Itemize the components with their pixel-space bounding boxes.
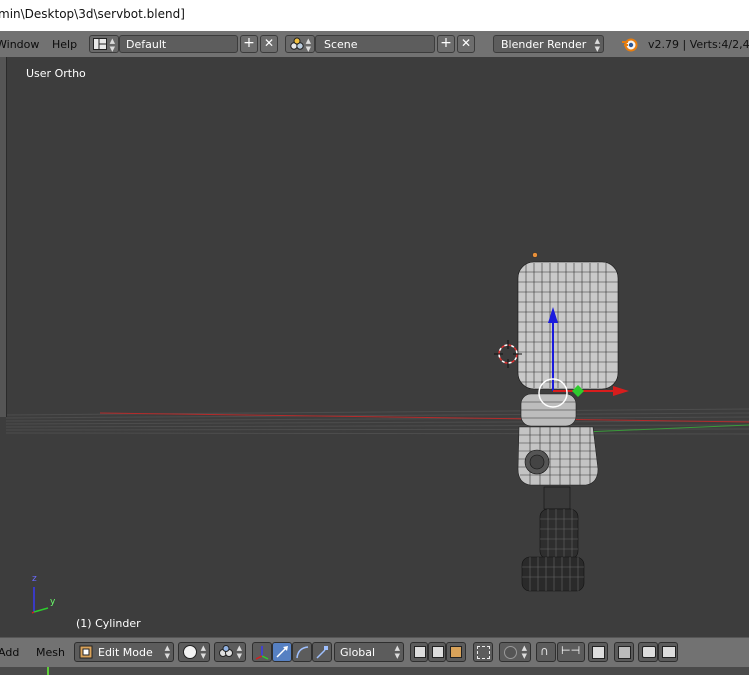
- spinner-arrows-icon: ▲ ▼: [305, 37, 311, 53]
- scene-icon-button[interactable]: ▲ ▼: [285, 35, 315, 53]
- spinner-arrows-icon: ▲ ▼: [200, 644, 206, 660]
- layers-icon: [618, 646, 631, 659]
- edge-select-button[interactable]: [428, 642, 446, 662]
- occlude-icon: [477, 646, 490, 659]
- translate-manipulator-button[interactable]: [272, 642, 292, 662]
- render-opengl-button[interactable]: [638, 642, 658, 662]
- limit-selection-button[interactable]: [473, 642, 493, 662]
- 3d-viewport[interactable]: User Ortho z y (1) Cylinder: [0, 57, 749, 637]
- transform-orientation-dropdown[interactable]: Global ▲ ▼: [334, 642, 404, 662]
- menu-help[interactable]: Help: [52, 38, 77, 51]
- snap-target-icon: [592, 646, 605, 659]
- snap-element-icon: ⊢⊣: [561, 644, 581, 657]
- delete-scene-button[interactable]: ✕: [457, 35, 475, 53]
- window-titlebar: min\Desktop\3d\servbot.blend]: [0, 0, 749, 31]
- add-screen-button[interactable]: +: [240, 35, 258, 53]
- proportional-icon: [504, 646, 517, 659]
- close-icon: ✕: [460, 36, 472, 50]
- vertex-select-icon: [414, 646, 426, 658]
- toolshelf-edge[interactable]: [0, 57, 7, 417]
- spinner-arrows-icon: ▲ ▼: [521, 644, 527, 660]
- mesh-leg: [521, 486, 585, 592]
- face-select-icon: [450, 646, 462, 658]
- layout-icon: [93, 38, 107, 50]
- timeline-strip[interactable]: [0, 667, 749, 675]
- current-frame-marker: [47, 667, 49, 675]
- 3d-view-header: Add Mesh Edit Mode ▲ ▼ ▲ ▼ ▲ ▼ Global ▲ …: [0, 637, 749, 668]
- axis-label-z: z: [32, 574, 37, 584]
- vertex-select-button[interactable]: [410, 642, 428, 662]
- rotate-icon: [296, 646, 309, 659]
- pivot-icon: [219, 645, 233, 657]
- solid-shading-icon: [183, 645, 197, 659]
- snap-target-button[interactable]: [588, 642, 608, 662]
- magnet-icon: ∩: [540, 644, 549, 658]
- scale-manipulator-button[interactable]: [312, 642, 332, 662]
- proportional-editing-dropdown[interactable]: ▲ ▼: [499, 642, 531, 662]
- viewport-shading-dropdown[interactable]: ▲ ▼: [178, 642, 210, 662]
- face-select-button[interactable]: [446, 642, 466, 662]
- spinner-arrows-icon: ▲ ▼: [236, 644, 242, 660]
- scene-field[interactable]: Scene: [315, 35, 435, 53]
- object-label: (1) Cylinder: [76, 617, 141, 630]
- plus-icon: +: [243, 35, 255, 51]
- menu-mesh[interactable]: Mesh: [36, 646, 65, 659]
- object-origin: [532, 252, 538, 258]
- add-scene-button[interactable]: +: [437, 35, 455, 53]
- mode-dropdown[interactable]: Edit Mode ▲ ▼: [74, 642, 174, 662]
- edit-mode-icon: [79, 645, 93, 659]
- delete-screen-button[interactable]: ✕: [260, 35, 278, 53]
- manipulator-icon: [255, 646, 269, 660]
- spinner-arrows-icon: ▲ ▼: [164, 644, 170, 660]
- screen-layout-icon-button[interactable]: ▲ ▼: [89, 35, 119, 53]
- snap-element-dropdown[interactable]: ⊢⊣: [557, 642, 585, 662]
- arrow-icon: [276, 646, 288, 658]
- scale-icon: [316, 646, 328, 659]
- screen-layout-field[interactable]: Default: [119, 35, 238, 53]
- clapperboard-icon: [662, 646, 676, 658]
- layers-button[interactable]: [614, 642, 634, 662]
- spinner-arrows-icon: ▲ ▼: [109, 37, 115, 53]
- scene-statistics: v2.79 | Verts:4/2,43: [648, 38, 749, 51]
- spinner-arrows-icon: ▲ ▼: [594, 37, 600, 53]
- viewport-scene[interactable]: [0, 57, 749, 637]
- window-title: min\Desktop\3d\servbot.blend]: [0, 7, 185, 21]
- render-engine-dropdown[interactable]: Blender Render ▲ ▼: [493, 35, 604, 53]
- blender-logo-icon: [622, 38, 638, 52]
- spinner-arrows-icon: ▲ ▼: [394, 644, 400, 660]
- scene-icon: [290, 37, 304, 50]
- pivot-point-dropdown[interactable]: ▲ ▼: [214, 642, 246, 662]
- axis-gizmo: [31, 587, 49, 614]
- mesh-head: [517, 261, 619, 390]
- close-icon: ✕: [263, 36, 275, 50]
- view-label: User Ortho: [26, 67, 86, 80]
- info-header: Window Help ▲ ▼ Default + ✕ ▲ ▼ Scene + ✕ …: [0, 31, 749, 58]
- plus-icon: +: [440, 35, 452, 51]
- mesh-body: [517, 393, 599, 486]
- menu-window[interactable]: Window: [0, 38, 39, 51]
- render-animation-button[interactable]: [658, 642, 678, 662]
- camera-icon: [642, 646, 656, 658]
- snap-toggle-button[interactable]: ∩: [536, 642, 556, 662]
- axis-label-y: y: [50, 597, 56, 607]
- menu-add[interactable]: Add: [0, 646, 19, 659]
- edge-select-icon: [432, 646, 444, 658]
- manipulator-toggle-button[interactable]: [252, 642, 272, 662]
- rotate-manipulator-button[interactable]: [292, 642, 312, 662]
